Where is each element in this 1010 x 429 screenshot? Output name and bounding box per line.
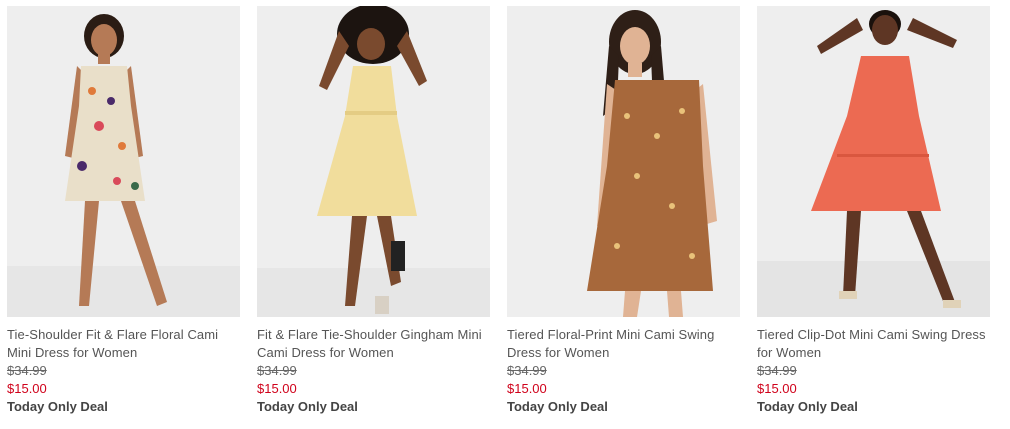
product-image[interactable] (757, 6, 990, 317)
model-photo (257, 6, 490, 317)
model-photo (507, 6, 740, 317)
sale-price: $15.00 (757, 381, 797, 396)
sale-price: $15.00 (507, 381, 547, 396)
product-title[interactable]: Tiered Floral-Print Mini Cami Swing Dres… (507, 326, 740, 362)
product-grid: Tie-Shoulder Fit & Flare Floral Cami Min… (0, 0, 1010, 429)
deal-label: Today Only Deal (507, 399, 608, 414)
sale-price: $15.00 (7, 381, 47, 396)
product-card: Tie-Shoulder Fit & Flare Floral Cami Min… (7, 6, 240, 415)
product-title[interactable]: Tie-Shoulder Fit & Flare Floral Cami Min… (7, 326, 240, 362)
original-price: $34.99 (257, 363, 297, 378)
product-image[interactable] (257, 6, 490, 317)
sale-price: $15.00 (257, 381, 297, 396)
product-title[interactable]: Tiered Clip-Dot Mini Cami Swing Dress fo… (757, 326, 990, 362)
model-photo (757, 6, 990, 317)
original-price: $34.99 (757, 363, 797, 378)
product-card: Tiered Clip-Dot Mini Cami Swing Dress fo… (757, 6, 990, 415)
product-image[interactable] (7, 6, 240, 317)
product-card: Tiered Floral-Print Mini Cami Swing Dres… (507, 6, 740, 415)
product-image[interactable] (507, 6, 740, 317)
deal-label: Today Only Deal (757, 399, 858, 414)
deal-label: Today Only Deal (7, 399, 108, 414)
model-photo (7, 6, 240, 317)
original-price: $34.99 (507, 363, 547, 378)
product-card: Fit & Flare Tie-Shoulder Gingham Mini Ca… (257, 6, 490, 415)
product-title[interactable]: Fit & Flare Tie-Shoulder Gingham Mini Ca… (257, 326, 490, 362)
original-price: $34.99 (7, 363, 47, 378)
deal-label: Today Only Deal (257, 399, 358, 414)
